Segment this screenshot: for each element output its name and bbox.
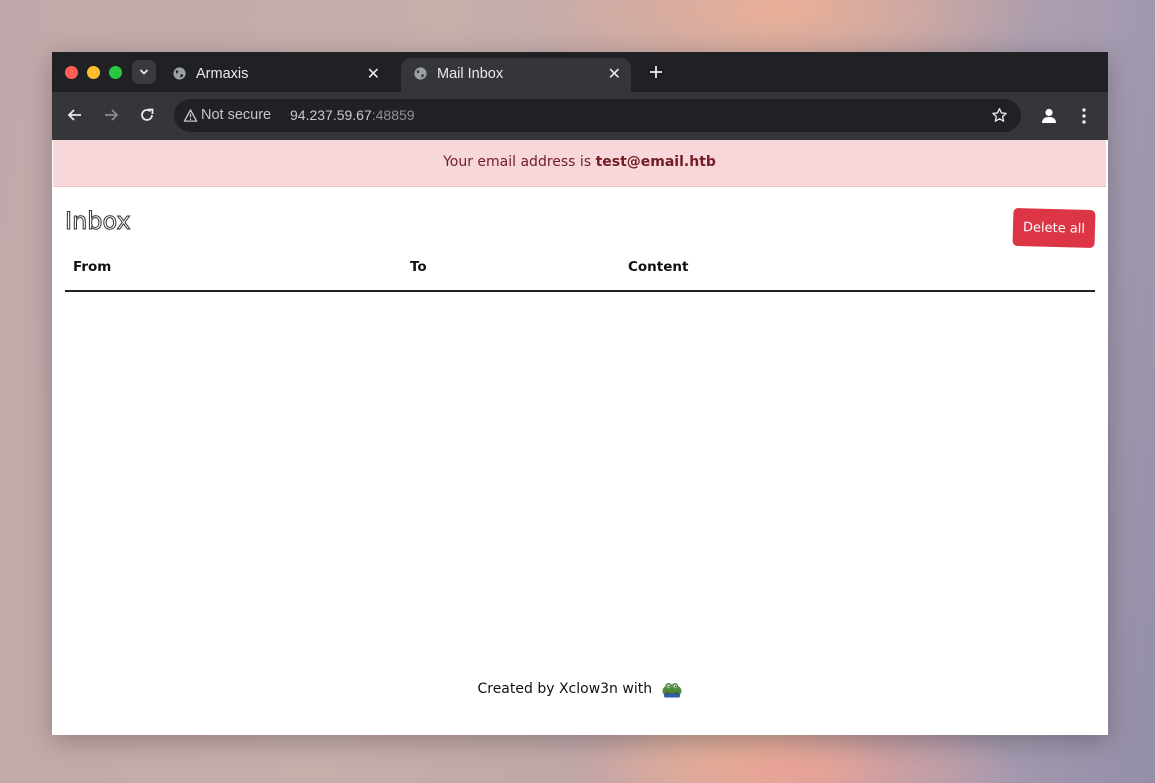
- tab-mail-inbox[interactable]: Mail Inbox ✕: [401, 58, 631, 92]
- maximize-window-button[interactable]: [109, 66, 122, 79]
- bookmark-star-icon[interactable]: [991, 107, 1008, 124]
- tab-strip: Armaxis ✕ Mail Inbox ✕: [52, 52, 1108, 92]
- chevron-down-icon: [139, 69, 149, 75]
- plus-icon: [650, 66, 662, 78]
- warning-triangle-icon: [183, 109, 198, 122]
- tab-close-icon[interactable]: ✕: [367, 64, 380, 84]
- tab-search-button[interactable]: [132, 60, 156, 84]
- security-indicator[interactable]: Not secure: [201, 107, 271, 123]
- url-port: :48859: [371, 107, 415, 123]
- more-menu-icon[interactable]: [1076, 106, 1092, 126]
- email-alert: Your email address is test@email.htb: [53, 140, 1106, 187]
- profile-icon[interactable]: [1039, 106, 1059, 126]
- globe-icon: [173, 67, 186, 80]
- inbox-table: From To Content: [65, 250, 1095, 292]
- page-title: Inbox: [65, 207, 132, 236]
- tab-title: Armaxis: [196, 66, 249, 82]
- globe-icon: [414, 67, 427, 80]
- address-bar[interactable]: Not secure 94.237.59.67:48859: [174, 99, 1021, 132]
- column-header-from: From: [73, 259, 112, 275]
- close-window-button[interactable]: [65, 66, 78, 79]
- column-header-to: To: [410, 259, 427, 275]
- reload-icon[interactable]: [137, 105, 157, 125]
- delete-all-button[interactable]: Delete all: [1012, 207, 1096, 249]
- footer-text: Created by Xclow3n with: [477, 681, 653, 697]
- url-host: 94.237.59.67: [290, 107, 372, 123]
- tab-armaxis[interactable]: Armaxis ✕: [160, 58, 390, 92]
- browser-toolbar: Not secure 94.237.59.67:48859: [52, 92, 1108, 140]
- page-content: Your email address is test@email.htb Inb…: [52, 140, 1108, 735]
- minimize-window-button[interactable]: [87, 66, 100, 79]
- url-text[interactable]: 94.237.59.67:48859: [290, 107, 415, 123]
- pepe-frog-icon: [662, 683, 682, 698]
- footer: Created by Xclow3n with: [52, 680, 1108, 698]
- tab-close-icon[interactable]: ✕: [608, 64, 621, 84]
- column-header-content: Content: [628, 259, 689, 275]
- forward-arrow-icon[interactable]: [101, 105, 121, 125]
- browser-window: Armaxis ✕ Mail Inbox ✕ Not secure 94.237…: [52, 52, 1108, 735]
- tab-title: Mail Inbox: [437, 66, 504, 82]
- alert-email: test@email.htb: [595, 154, 716, 170]
- back-arrow-icon[interactable]: [65, 105, 85, 125]
- new-tab-button[interactable]: [644, 60, 668, 84]
- alert-prefix: Your email address is: [443, 154, 596, 170]
